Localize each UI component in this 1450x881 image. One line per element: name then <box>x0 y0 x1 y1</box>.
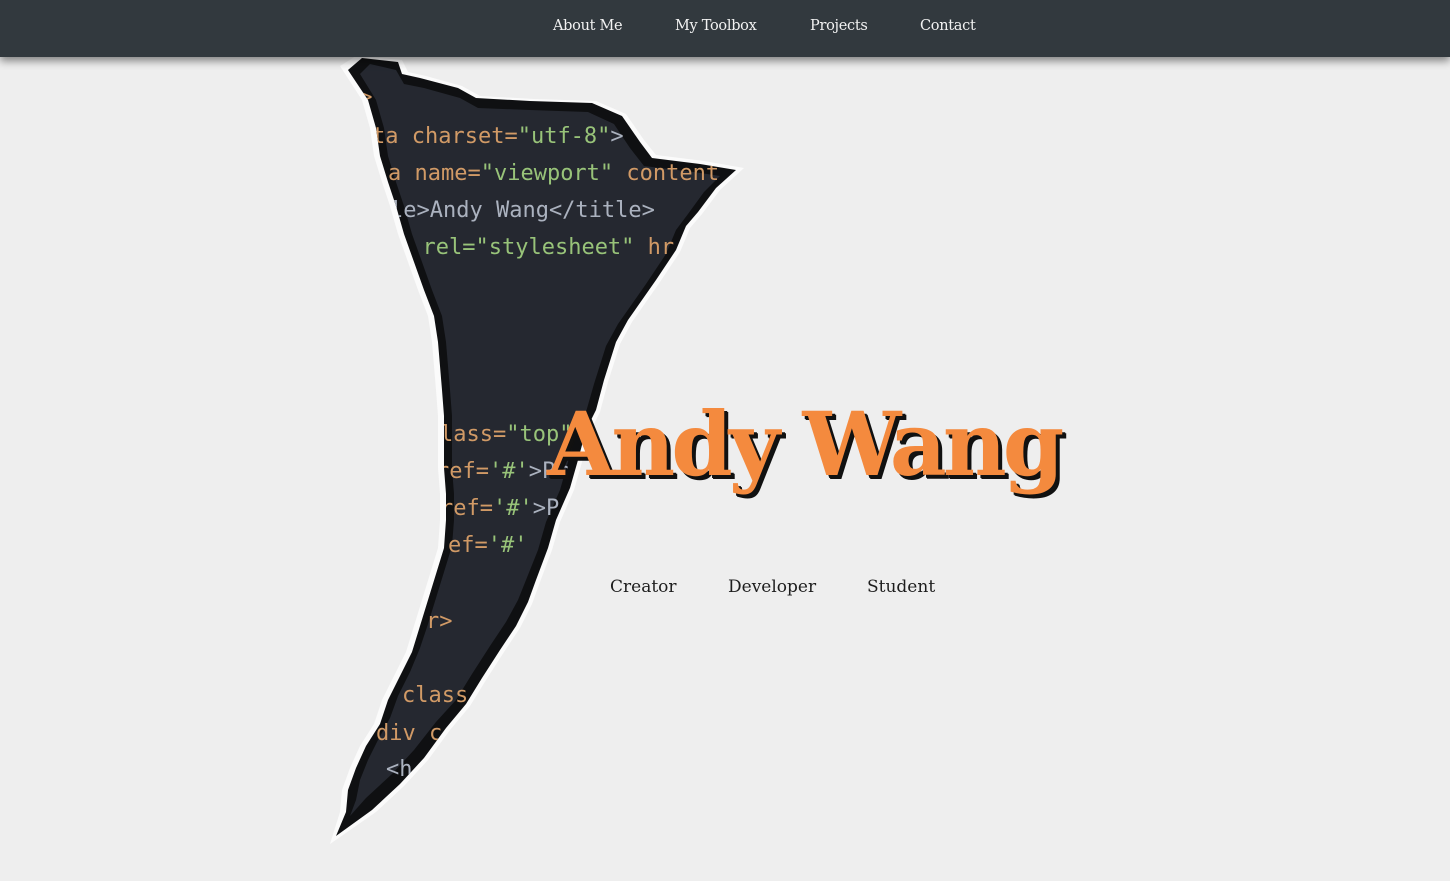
role-developer: Developer <box>728 577 817 597</box>
code-line: ' rel="stylesheet" hr <box>396 235 674 260</box>
code-line: ef='#' <box>448 533 528 558</box>
code-line: ref='#'>P <box>440 496 559 521</box>
code-line: le>Andy Wang</title> <box>390 198 655 223</box>
code-line: ta charset="utf-8"> <box>372 124 624 149</box>
nav-link-contact[interactable]: Contact <box>920 18 976 34</box>
role-student: Student <box>867 577 936 597</box>
code-line: div c <box>376 721 442 746</box>
page: d> ta charset="utf-8"> a name="viewport" c… <box>0 0 1450 881</box>
code-line: a name="viewport" content <box>388 161 719 186</box>
hero-name-heading: Andy Wang <box>547 392 1064 496</box>
nav-link-projects[interactable]: Projects <box>810 18 868 34</box>
top-navbar: About Me My Toolbox Projects Contact <box>0 0 1450 57</box>
code-line: class <box>402 683 468 708</box>
nav-link-my-toolbox[interactable]: My Toolbox <box>675 18 757 34</box>
code-line: r> <box>426 609 453 634</box>
role-creator: Creator <box>610 577 677 597</box>
nav-link-about-me[interactable]: About Me <box>553 18 623 34</box>
